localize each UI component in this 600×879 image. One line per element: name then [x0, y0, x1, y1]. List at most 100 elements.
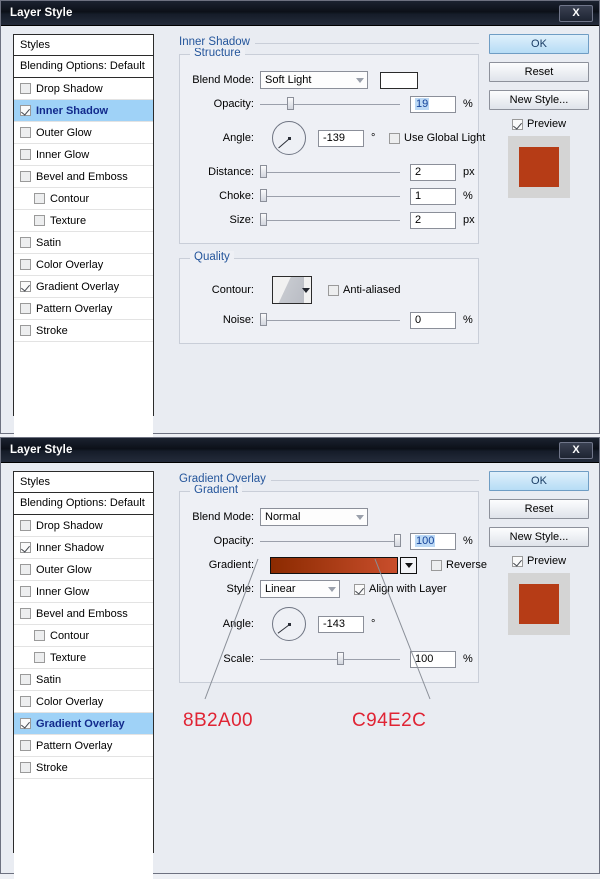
scale-slider[interactable]	[260, 651, 400, 667]
opacity-input[interactable]: 19	[410, 95, 456, 113]
sidebar-item-drop-shadow[interactable]: Drop Shadow	[14, 78, 153, 100]
checkbox-icon[interactable]	[20, 127, 31, 138]
preview-checkbox[interactable]: Preview	[489, 118, 589, 130]
ok-button[interactable]: OK	[489, 34, 589, 54]
sidebar-item-gradient-overlay[interactable]: Gradient Overlay	[14, 713, 153, 735]
sidebar-item-gradient-overlay[interactable]: Gradient Overlay	[14, 276, 153, 298]
noise-input[interactable]: 0	[410, 311, 456, 329]
sidebar-item-contour[interactable]: Contour	[14, 188, 153, 210]
checkbox-icon[interactable]	[20, 696, 31, 707]
ok-button[interactable]: OK	[489, 471, 589, 491]
gradient-picker-dropdown[interactable]	[400, 556, 417, 574]
sidebar-item-inner-glow[interactable]: Inner Glow	[14, 581, 153, 603]
angle-dial[interactable]	[272, 607, 306, 641]
size-input[interactable]: 2	[410, 211, 456, 229]
distance-input[interactable]: 2	[410, 163, 456, 181]
new-style-button[interactable]: New Style...	[489, 90, 589, 110]
slider-thumb[interactable]	[260, 165, 267, 178]
sidebar-item-outer-glow[interactable]: Outer Glow	[14, 122, 153, 144]
sidebar-item-outer-glow[interactable]: Outer Glow	[14, 559, 153, 581]
noise-slider[interactable]	[260, 312, 400, 328]
blending-options-row[interactable]: Blending Options: Default	[14, 493, 153, 515]
checkbox-icon[interactable]	[20, 762, 31, 773]
sidebar-item-contour[interactable]: Contour	[14, 625, 153, 647]
preview-checkbox[interactable]: Preview	[489, 555, 589, 567]
angle-input[interactable]: -143	[318, 615, 364, 633]
gradient-preview-bar[interactable]	[270, 556, 398, 574]
contour-preset-picker[interactable]	[272, 276, 312, 304]
checkbox-icon[interactable]	[20, 303, 31, 314]
checkbox-icon[interactable]	[20, 718, 31, 729]
sidebar-item-inner-shadow[interactable]: Inner Shadow	[14, 537, 153, 559]
choke-slider[interactable]	[260, 188, 400, 204]
sidebar-item-stroke[interactable]: Stroke	[14, 320, 153, 342]
checkbox-icon[interactable]	[34, 652, 45, 663]
blend-mode-select[interactable]: Soft Light	[260, 71, 368, 89]
anti-aliased-checkbox[interactable]: Anti-aliased	[328, 284, 400, 296]
sidebar-item-bevel-and-emboss[interactable]: Bevel and Emboss	[14, 603, 153, 625]
sidebar-item-pattern-overlay[interactable]: Pattern Overlay	[14, 735, 153, 757]
sidebar-item-pattern-overlay[interactable]: Pattern Overlay	[14, 298, 153, 320]
checkbox-icon[interactable]	[20, 105, 31, 116]
gradient-style-select[interactable]: Linear	[260, 580, 340, 598]
checkbox-icon[interactable]	[34, 215, 45, 226]
checkbox-icon[interactable]	[511, 118, 523, 130]
checkbox-icon[interactable]	[20, 542, 31, 553]
checkbox-icon[interactable]	[20, 325, 31, 336]
checkbox-icon[interactable]	[389, 132, 400, 144]
choke-input[interactable]: 1	[410, 187, 456, 205]
align-with-layer-checkbox[interactable]: Align with Layer	[354, 583, 447, 595]
angle-dial[interactable]	[272, 121, 306, 155]
sidebar-item-inner-shadow[interactable]: Inner Shadow	[14, 100, 153, 122]
checkbox-icon[interactable]	[511, 555, 523, 567]
checkbox-icon[interactable]	[20, 608, 31, 619]
reverse-checkbox[interactable]: Reverse	[431, 559, 487, 571]
sidebar-item-inner-glow[interactable]: Inner Glow	[14, 144, 153, 166]
sidebar-item-color-overlay[interactable]: Color Overlay	[14, 691, 153, 713]
close-icon[interactable]: X	[559, 442, 593, 459]
close-icon[interactable]: X	[559, 5, 593, 22]
reset-button[interactable]: Reset	[489, 499, 589, 519]
opacity-input[interactable]: 100	[410, 532, 456, 550]
checkbox-icon[interactable]	[20, 520, 31, 531]
checkbox-icon[interactable]	[34, 630, 45, 641]
checkbox-icon[interactable]	[20, 171, 31, 182]
checkbox-icon[interactable]	[20, 149, 31, 160]
checkbox-icon[interactable]	[20, 740, 31, 751]
size-slider[interactable]	[260, 212, 400, 228]
scale-input[interactable]: 100	[410, 650, 456, 668]
slider-thumb[interactable]	[286, 97, 294, 110]
slider-thumb[interactable]	[260, 313, 267, 326]
sidebar-item-color-overlay[interactable]: Color Overlay	[14, 254, 153, 276]
use-global-light-checkbox[interactable]: Use Global Light	[389, 132, 485, 144]
sidebar-item-satin[interactable]: Satin	[14, 669, 153, 691]
checkbox-icon[interactable]	[328, 284, 339, 296]
slider-thumb[interactable]	[260, 189, 267, 202]
checkbox-icon[interactable]	[20, 83, 31, 94]
sidebar-item-drop-shadow[interactable]: Drop Shadow	[14, 515, 153, 537]
angle-input[interactable]: -139	[318, 129, 364, 147]
opacity-slider[interactable]	[260, 96, 400, 112]
checkbox-icon[interactable]	[20, 586, 31, 597]
shadow-color-swatch[interactable]	[380, 71, 418, 89]
slider-thumb[interactable]	[394, 534, 402, 547]
sidebar-item-texture[interactable]: Texture	[14, 647, 153, 669]
slider-thumb[interactable]	[337, 652, 344, 665]
slider-thumb[interactable]	[260, 213, 267, 226]
checkbox-icon[interactable]	[20, 237, 31, 248]
checkbox-icon[interactable]	[20, 674, 31, 685]
blending-options-row[interactable]: Blending Options: Default	[14, 56, 153, 78]
sidebar-item-bevel-and-emboss[interactable]: Bevel and Emboss	[14, 166, 153, 188]
checkbox-icon[interactable]	[20, 564, 31, 575]
checkbox-icon[interactable]	[34, 193, 45, 204]
new-style-button[interactable]: New Style...	[489, 527, 589, 547]
blend-mode-select[interactable]: Normal	[260, 508, 368, 526]
checkbox-icon[interactable]	[431, 559, 442, 571]
sidebar-item-texture[interactable]: Texture	[14, 210, 153, 232]
checkbox-icon[interactable]	[20, 281, 31, 292]
sidebar-item-stroke[interactable]: Stroke	[14, 757, 153, 779]
reset-button[interactable]: Reset	[489, 62, 589, 82]
sidebar-item-satin[interactable]: Satin	[14, 232, 153, 254]
distance-slider[interactable]	[260, 164, 400, 180]
checkbox-icon[interactable]	[354, 583, 365, 595]
